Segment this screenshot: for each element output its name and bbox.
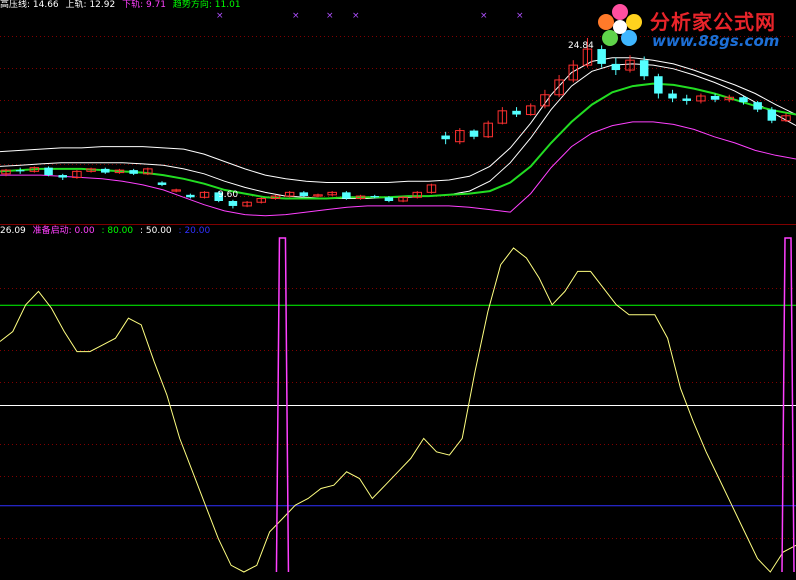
candle-body-down — [15, 170, 25, 172]
watermark-logo: 分析家公式网 www.88gs.com — [596, 2, 794, 52]
price-legend: 高压线: 14.66 上轨: 12.92 下轨: 9.71 趋势方向: 11.0… — [0, 0, 245, 11]
oscillator-legend: 26.09 准备启动: 0.00 : 80.00 : 50.00 : 20.00 — [0, 226, 214, 237]
candle-body-down — [228, 201, 238, 206]
signal-marker: × — [352, 11, 360, 21]
candle-body-down — [384, 197, 394, 201]
signal-marker: × — [326, 11, 334, 21]
legend-upper-band: 上轨: 12.92 — [65, 0, 116, 10]
candle-body-down — [44, 167, 53, 176]
legend-level-20: : 20.00 — [178, 226, 211, 236]
candle-body-down — [682, 98, 691, 101]
candle-body-down — [512, 110, 521, 115]
legend-ready: 准备启动: 0.00 — [32, 226, 95, 236]
candle-body-down — [58, 175, 67, 178]
low-price-label: 9.60 — [218, 190, 239, 200]
legend-level-50: : 50.00 — [140, 226, 172, 236]
candle-body-down — [639, 60, 649, 77]
candle-body-down — [611, 63, 621, 71]
legend-trend: 趋势方向: 11.01 — [172, 0, 241, 10]
candle-body-down — [299, 192, 309, 197]
flower-logo-icon — [598, 4, 642, 46]
candle-body-down — [186, 194, 195, 198]
watermark-url: www.88gs.com — [652, 32, 780, 50]
legend-lower-band: 下轨: 9.71 — [122, 0, 167, 10]
legend-high-line: 高压线: 14.66 — [0, 0, 59, 10]
chart-canvas[interactable]: × × × × × × — [0, 0, 796, 576]
signal-marker: × — [480, 11, 488, 21]
high-line — [0, 57, 796, 183]
oscillator-line — [0, 247, 796, 573]
candle-body-down — [668, 93, 677, 99]
legend-level-80: : 80.00 — [101, 226, 134, 236]
signal-marker: × — [516, 11, 524, 21]
chart-stage[interactable]: × × × × × × — [0, 0, 796, 576]
candle-body-down — [370, 196, 379, 198]
candle-body-down — [157, 182, 167, 185]
watermark-title: 分析家公式网 — [650, 10, 776, 34]
candle-body-down — [767, 109, 777, 121]
candle-body-down — [342, 192, 351, 199]
candle-body-down — [101, 168, 110, 173]
candle-body-down — [654, 76, 663, 94]
legend-osc-value: 26.09 — [0, 226, 26, 236]
signal-marker: × — [216, 11, 224, 21]
signal-marker: × — [292, 11, 300, 21]
candle-body-down — [441, 135, 450, 140]
candle-body-down — [129, 170, 138, 174]
upper-band-line — [0, 63, 796, 199]
candle-body-down — [710, 96, 720, 100]
lower-band-line — [0, 121, 796, 217]
candle-body-down — [753, 102, 762, 110]
candle-body-down — [469, 130, 479, 137]
candle-body-down — [739, 97, 748, 103]
high-price-label: 24.84 — [568, 41, 594, 51]
